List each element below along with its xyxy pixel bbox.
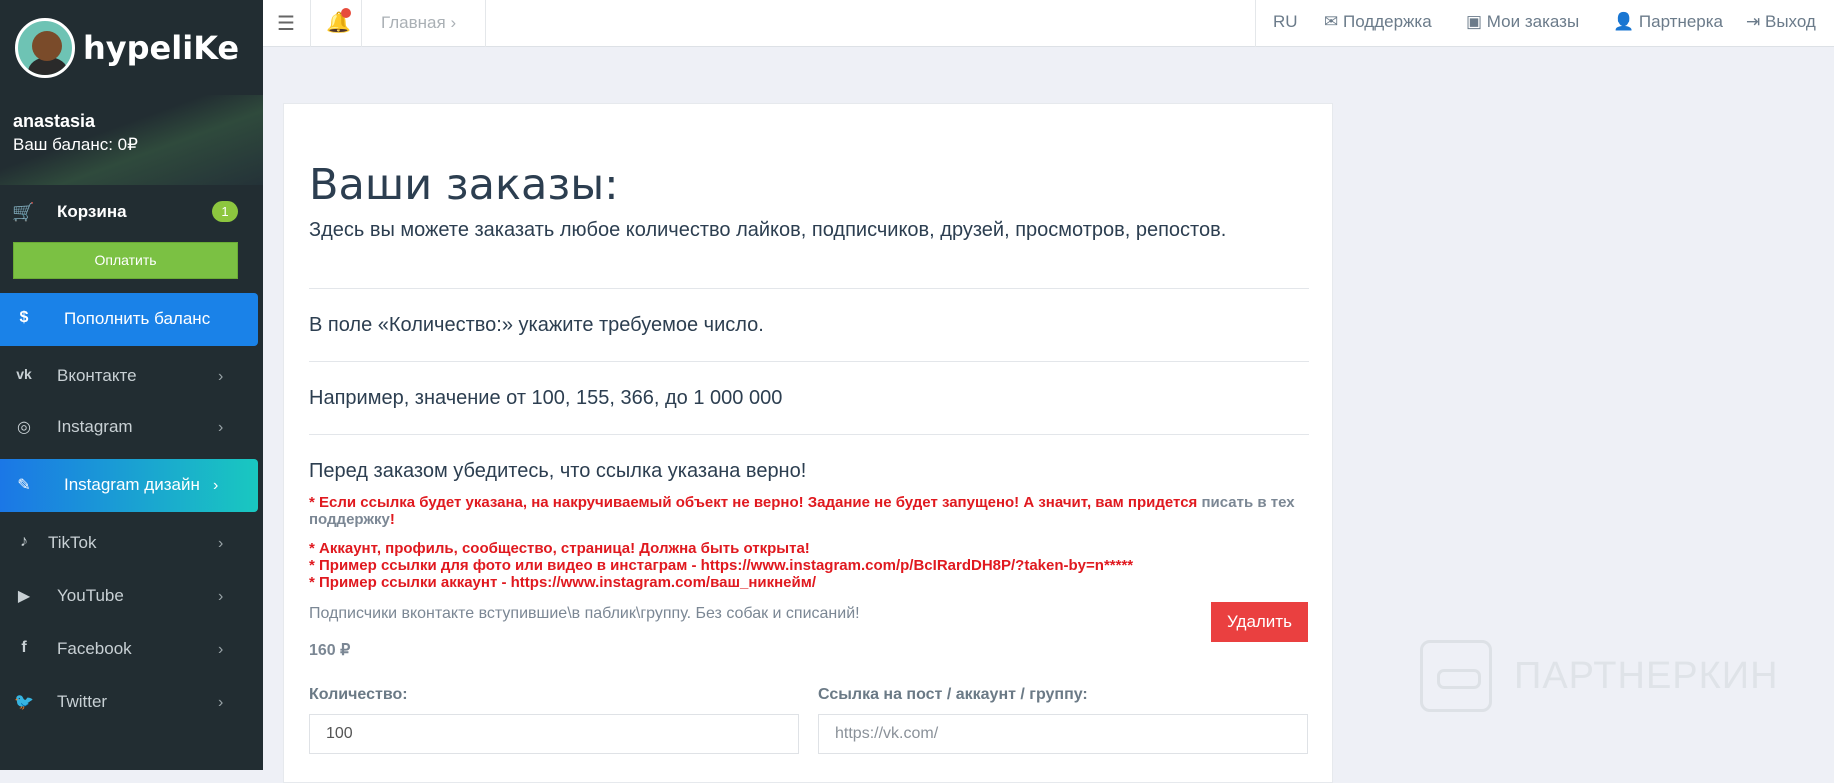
logo-text: hypeliKe [83, 29, 240, 67]
delete-button[interactable]: Удалить [1211, 602, 1308, 642]
chevron-right-icon: › [218, 641, 224, 658]
sidebar-item-vkontakte[interactable]: vk Вконтакте › [0, 350, 258, 403]
youtube-icon: ▶ [17, 588, 31, 605]
dollar-icon: $ [19, 309, 29, 326]
my-orders-link[interactable]: ▣ Мои заказы [1466, 12, 1579, 32]
breadcrumb-home[interactable]: Главная [381, 13, 446, 32]
brush-icon: ✎ [17, 477, 31, 494]
divider [1255, 0, 1256, 47]
sidebar-item-label: TikTok [48, 533, 97, 552]
warning-example-account: * Пример ссылки аккаунт - https://www.in… [309, 574, 816, 591]
info-example: Например, значение от 100, 155, 366, до … [309, 387, 783, 409]
chevron-right-icon: › [218, 588, 224, 605]
logo-avatar-icon [15, 18, 75, 78]
pay-button[interactable]: Оплатить [13, 242, 238, 279]
sidebar-item-instagram[interactable]: ◎ Instagram › [0, 401, 258, 454]
sidebar-item-label: YouTube [57, 586, 124, 605]
warning-link: * Если ссылка будет указана, на накручив… [309, 494, 1309, 528]
chevron-right-icon: › [450, 13, 457, 32]
info-quantity: В поле «Количество:» укажите требуемое ч… [309, 314, 764, 336]
divider [310, 0, 311, 47]
page-title: Ваши заказы: [309, 160, 619, 210]
logout-link[interactable]: ⇥ Выход [1746, 12, 1816, 32]
divider [309, 361, 1309, 362]
sidebar-item-label: Instagram [57, 417, 133, 436]
watermark-text: ПАРТНЕРКИН [1514, 654, 1779, 697]
top-bar: ☰ 🔔 Главная › RU ✉ Поддержка ▣ Мои заказ… [263, 0, 1834, 47]
cart-icon: 🛒 [12, 202, 35, 222]
partner-label: Партнерка [1638, 12, 1724, 31]
vk-icon: vk [16, 366, 32, 382]
link-input[interactable] [818, 714, 1308, 754]
chevron-right-icon: › [218, 694, 224, 711]
sidebar-item-label: Instagram дизайн [64, 475, 200, 494]
cart-label: Корзина [57, 202, 127, 221]
sidebar-item-label: Facebook [57, 639, 132, 658]
breadcrumb[interactable]: Главная › [381, 13, 456, 33]
sidebar-item-instagram-design[interactable]: ✎ Instagram дизайн › [0, 459, 258, 512]
orders-card: Ваши заказы: Здесь вы можете заказать лю… [283, 103, 1333, 783]
warning-example-photo: * Пример ссылки для фото или видео в инс… [309, 557, 1134, 574]
watermark-logo-icon [1420, 640, 1492, 712]
quantity-input[interactable] [309, 714, 799, 754]
watermark: ПАРТНЕРКИН [1420, 640, 1779, 712]
facebook-icon: f [21, 639, 27, 656]
info-check-link: Перед заказом убедитесь, что ссылка указ… [309, 460, 807, 482]
quantity-label: Количество: [309, 686, 408, 703]
briefcase-icon: ▣ [1466, 12, 1483, 31]
divider [309, 434, 1309, 435]
sidebar: hypeliKe anastasia Ваш баланс: 0₽ 🛒 Корз… [0, 0, 263, 770]
cart-count-badge: 1 [212, 201, 238, 222]
instagram-icon: ◎ [17, 419, 31, 436]
sidebar-item-label: Пополнить баланс [64, 309, 211, 328]
sidebar-item-facebook[interactable]: f Facebook › [0, 623, 258, 676]
menu-toggle-icon[interactable]: ☰ [277, 11, 295, 36]
user-balance: Ваш баланс: 0₽ [13, 135, 138, 154]
sidebar-item-tiktok[interactable]: ♪ TikTok › [0, 517, 258, 570]
page-subtitle: Здесь вы можете заказать любое количеств… [309, 219, 1227, 241]
divider [309, 288, 1309, 289]
sidebar-item-youtube[interactable]: ▶ YouTube › [0, 570, 258, 623]
warning-text: * Если ссылка будет указана, на накручив… [309, 494, 1202, 511]
link-label: Ссылка на пост / аккаунт / группу: [818, 686, 1088, 703]
divider [485, 0, 486, 47]
chevron-right-icon: › [218, 535, 224, 552]
chevron-right-icon: › [218, 368, 224, 385]
order-description: Подписчики вконтакте вступившие\в паблик… [309, 605, 860, 622]
twitter-icon: 🐦 [14, 694, 34, 711]
language-switch[interactable]: RU [1273, 12, 1298, 32]
support-label: Поддержка [1342, 12, 1432, 31]
chevron-right-icon: › [218, 419, 224, 436]
warning-end: ! [389, 511, 395, 528]
divider [361, 0, 362, 47]
order-price: 160 ₽ [309, 642, 351, 659]
sidebar-item-label: Вконтакте [57, 366, 137, 385]
user-name: anastasia [13, 111, 96, 131]
logout-icon: ⇥ [1746, 12, 1761, 31]
tiktok-icon: ♪ [20, 533, 28, 550]
sidebar-item-top-up[interactable]: $ Пополнить баланс [0, 293, 258, 346]
my-orders-label: Мои заказы [1486, 12, 1580, 31]
chevron-right-icon: › [213, 477, 219, 494]
warning-open: * Аккаунт, профиль, сообщество, страница… [309, 540, 810, 557]
support-link[interactable]: ✉ Поддержка [1324, 12, 1432, 32]
user-icon: 👤 [1613, 12, 1635, 31]
logout-label: Выход [1764, 12, 1816, 31]
notification-dot [341, 8, 351, 18]
envelope-icon: ✉ [1324, 12, 1339, 31]
sidebar-item-label: Twitter [57, 692, 108, 711]
sidebar-item-twitter[interactable]: 🐦 Twitter › [0, 676, 258, 729]
partner-link[interactable]: 👤 Партнерка [1613, 12, 1723, 32]
logo[interactable]: hypeliKe [15, 18, 239, 78]
